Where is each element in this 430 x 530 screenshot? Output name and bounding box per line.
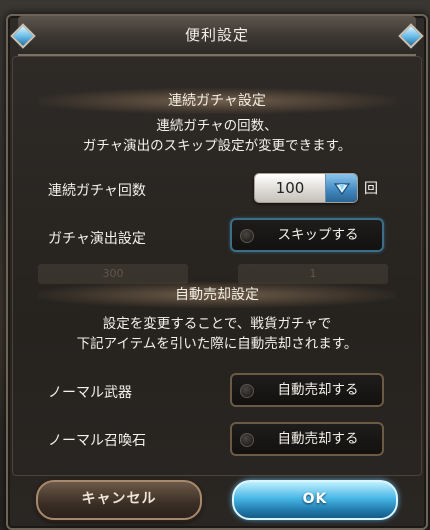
normal-summon-toggle-label: 自動売却する xyxy=(277,431,359,447)
chevron-down-gem-icon[interactable] xyxy=(325,174,357,202)
ok-button-label: OK xyxy=(302,491,328,507)
auto-sell-section-header: 自動売却設定 xyxy=(38,282,396,308)
gacha-effect-label: ガチャ演出設定 xyxy=(48,231,146,247)
gacha-count-value: 100 xyxy=(255,174,325,202)
blue-gem-icon xyxy=(398,23,424,49)
gacha-description-line1: 連続ガチャの回数、 xyxy=(156,118,278,134)
radio-dot-icon xyxy=(240,229,254,243)
ok-button[interactable]: OK xyxy=(232,480,398,520)
gacha-count-label: 連続ガチャ回数 xyxy=(48,183,146,199)
auto-sell-description-line1: 設定を変更することで、戦貨ガチャで xyxy=(102,316,332,332)
blue-gem-icon xyxy=(10,23,36,49)
gacha-count-dropdown[interactable]: 100 xyxy=(254,173,358,203)
gacha-skip-toggle[interactable]: スキップする xyxy=(230,218,384,252)
auto-sell-description-line2: 下記アイテムを引いた際に自動売却されます。 xyxy=(76,336,358,352)
gacha-section-header: 連続ガチャ設定 xyxy=(38,88,396,114)
background-remnant: 1 xyxy=(238,264,388,284)
background-remnant-text: 1 xyxy=(309,267,317,280)
gacha-skip-toggle-label: スキップする xyxy=(277,227,359,243)
cancel-button[interactable]: キャンセル xyxy=(36,480,202,520)
normal-weapon-label: ノーマル武器 xyxy=(48,385,132,401)
settings-dialog: 便利設定 300 1 連続ガチャ設定 連続ガチャの回数、 ガチャ演出のスキップ設… xyxy=(6,14,428,530)
normal-weapon-auto-sell-toggle[interactable]: 自動売却する xyxy=(230,373,384,407)
gacha-count-unit: 回 xyxy=(364,181,378,197)
dialog-title: 便利設定 xyxy=(184,26,249,44)
dialog-title-bar: 便利設定 xyxy=(10,16,424,56)
radio-dot-icon xyxy=(240,433,254,447)
normal-summon-label: ノーマル召喚石 xyxy=(48,433,146,449)
background-remnant: 300 xyxy=(38,264,188,284)
background-remnant-text: 300 xyxy=(102,267,124,280)
normal-summon-auto-sell-toggle[interactable]: 自動売却する xyxy=(230,422,384,456)
normal-weapon-toggle-label: 自動売却する xyxy=(277,382,359,398)
radio-dot-icon xyxy=(240,384,254,398)
cancel-button-label: キャンセル xyxy=(81,491,157,507)
gacha-description-line2: ガチャ演出のスキップ設定が変更できます。 xyxy=(82,138,352,154)
